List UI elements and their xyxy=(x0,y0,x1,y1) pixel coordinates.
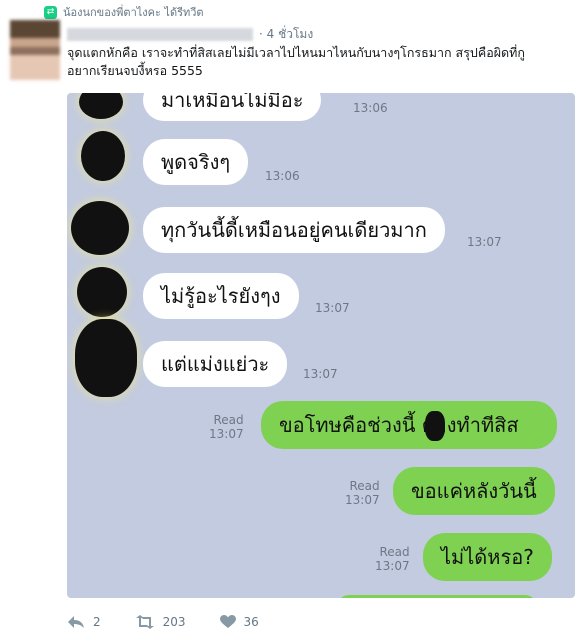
message-text: ไม่ได้หรอ? xyxy=(441,545,534,569)
reply-icon xyxy=(68,616,84,628)
retweet-context[interactable]: ⇄ น้องนกของพี่ตาไงคะ ได้รีทวีต xyxy=(44,4,204,20)
retweeter-label: น้องนกของพี่ตาไงคะ ได้รีทวีต xyxy=(63,6,204,19)
tweet-media-chat-screenshot[interactable]: มาเหมือนไม่มีอะ 13:06 พูดจริงๆ 13:06 ทุก… xyxy=(67,93,575,598)
redacted-word xyxy=(425,411,445,441)
message-text: ขอโทษคือช่วงนี้ ต้องทำทีสิส xyxy=(279,413,519,437)
message-bubble-incoming: ไม่รู้อะไรยังๆง xyxy=(143,273,299,319)
tweet-text-line-2: อยากเรียนจบงี้หรอ 5555 xyxy=(67,63,203,78)
avatar[interactable] xyxy=(10,20,60,80)
reply-count: 2 xyxy=(93,615,101,629)
read-label: Read xyxy=(379,545,410,559)
message-time: 13:07 xyxy=(209,427,244,441)
message-bubble-incoming: แต่แม่งแย่วะ xyxy=(143,341,288,387)
read-receipt: Read 13:07 xyxy=(345,479,380,507)
author-name-redacted[interactable] xyxy=(67,27,253,41)
message-bubble-outgoing-partial xyxy=(337,595,537,598)
retweet-button[interactable]: 203 xyxy=(135,615,186,629)
message-text: ไม่รู้อะไรยังๆง xyxy=(161,284,281,308)
message-time: 13:07 xyxy=(375,559,410,573)
heart-icon xyxy=(219,615,236,628)
redacted-avatar xyxy=(79,93,123,119)
message-bubble-incoming: มาเหมือนไม่มีอะ xyxy=(143,93,322,121)
message-bubble-outgoing: ขอแค่หลังวันนี้ xyxy=(393,467,555,515)
read-label: Read xyxy=(213,413,244,427)
redacted-avatar xyxy=(81,131,125,181)
tweet-time[interactable]: · 4 ชั่วโมง xyxy=(259,25,313,44)
message-bubble-outgoing: ไม่ได้หรอ? xyxy=(423,533,552,581)
message-bubble-outgoing: ขอโทษคือช่วงนี้ ต้องทำทีสิส xyxy=(261,401,557,449)
tweet-actions: 2 203 36 xyxy=(67,612,293,632)
reply-button[interactable]: 2 xyxy=(67,615,101,629)
message-bubble-incoming: พูดจริงๆ xyxy=(143,139,249,185)
read-receipt: Read 13:07 xyxy=(375,545,410,573)
message-time: 13:07 xyxy=(345,493,380,507)
tweet-text-line-1: จุดแตกหักคือ เราจะทำที่สิสเลยไม่มีเวลาไป… xyxy=(67,45,525,60)
tweet-header: · 4 ชั่วโมง xyxy=(67,26,313,42)
message-time: 13:06 xyxy=(353,101,388,115)
message-text: ทุกวันนี้ดี้เหมือนอยู่คนเดียวมาก xyxy=(161,218,427,242)
redacted-avatar xyxy=(75,319,137,397)
redacted-avatar xyxy=(77,267,127,317)
retweet-count: 203 xyxy=(162,615,186,629)
message-time: 13:06 xyxy=(265,169,300,183)
message-text: ขอแค่หลังวันนี้ xyxy=(411,479,537,503)
message-bubble-incoming: ทุกวันนี้ดี้เหมือนอยู่คนเดียวมาก xyxy=(143,207,445,253)
message-time: 13:07 xyxy=(467,235,502,249)
retweet-badge-icon: ⇄ xyxy=(44,5,57,19)
read-receipt: Read 13:07 xyxy=(209,413,244,441)
redacted-avatar xyxy=(71,201,129,255)
message-text: มาเหมือนไม่มีอะ xyxy=(161,93,304,112)
message-time: 13:07 xyxy=(303,367,338,381)
message-text: พูดจริงๆ xyxy=(161,150,231,174)
message-time: 13:07 xyxy=(315,301,350,315)
retweet-icon xyxy=(135,615,154,629)
tweet-text: จุดแตกหักคือ เราจะทำที่สิสเลยไม่มีเวลาไป… xyxy=(67,44,572,80)
message-text: แต่แม่งแย่วะ xyxy=(161,352,270,376)
like-count: 36 xyxy=(243,615,259,629)
like-button[interactable]: 36 xyxy=(219,615,259,629)
read-label: Read xyxy=(349,479,380,493)
